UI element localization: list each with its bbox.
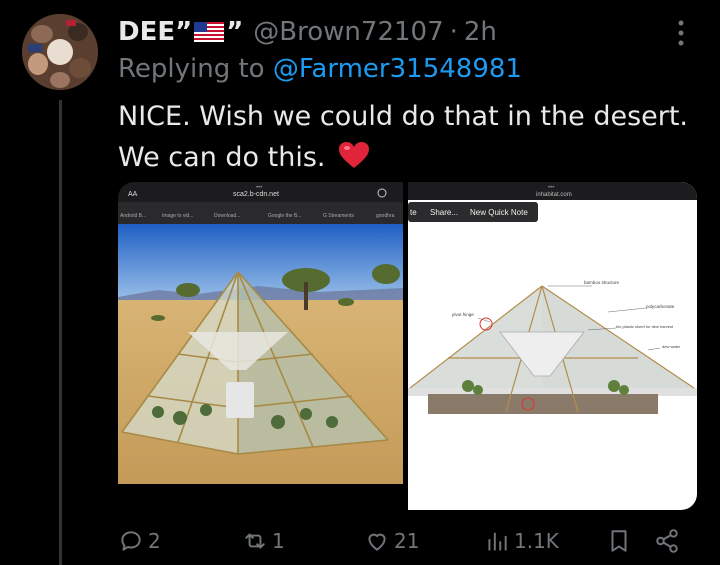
diagram-label-bamboo: bamboo structure (584, 280, 620, 285)
share-button[interactable] (654, 528, 680, 554)
thread-line (59, 100, 62, 565)
author-name[interactable]: DEE” (118, 17, 192, 47)
author-name-suffix: ” (226, 17, 244, 47)
share-icon (656, 529, 678, 553)
menu-item-quick-note: New Quick Note (470, 208, 528, 217)
replying-to-prefix: Replying to (118, 54, 265, 84)
flag-usa-icon (194, 22, 225, 42)
bookmark-3: Download... (214, 213, 240, 219)
bookmark-button[interactable] (606, 528, 632, 554)
bookmark-4: Google the B... (268, 213, 301, 219)
pyramid-photo: AA ••• sca2.b-cdn.net Android B... Image… (118, 182, 403, 484)
avatar-image (22, 14, 98, 90)
tweet-body: NICE. Wish we could do that in the deser… (118, 101, 689, 173)
tweet-text: NICE. Wish we could do that in the deser… (118, 96, 708, 178)
media-image-right[interactable]: ••• inhabitat.com te Share... New Quick … (408, 182, 697, 510)
tweet-header: DEE” ” @Brown72107 · 2h (118, 14, 497, 50)
views-count: 1.1K (514, 529, 559, 553)
reply-icon (121, 531, 141, 551)
timestamp[interactable]: 2h (464, 17, 497, 47)
reader-label: AA (128, 191, 138, 198)
browser-url-left: sca2.b-cdn.net (233, 191, 279, 198)
tweet-media[interactable]: AA ••• sca2.b-cdn.net Android B... Image… (118, 182, 697, 510)
bookmark-5: G Streaments (323, 213, 354, 219)
bookmark-6: goodhra (376, 213, 395, 219)
avatar[interactable] (22, 14, 98, 90)
diagram-label-polycarbonate: polycarbonate (646, 304, 675, 309)
tweet-actions: 2 1 21 1.1K (118, 528, 688, 558)
author-handle[interactable]: @Brown72107 (253, 17, 443, 47)
diagram-label-dew-water: dew water (662, 344, 681, 349)
views-icon (488, 532, 507, 551)
media-image-left[interactable]: AA ••• sca2.b-cdn.net Android B... Image… (118, 182, 403, 510)
bookmark-2: Image to vid... (162, 213, 193, 219)
reply-button[interactable]: 2 (118, 528, 161, 554)
diagram-label-bio-plastic: bio plastic sheet for dew harvest (616, 324, 674, 329)
like-count: 21 (394, 529, 420, 553)
separator-dot: · (449, 17, 458, 47)
more-icon[interactable] (674, 18, 688, 48)
menu-item-te: te (410, 208, 417, 217)
like-button[interactable]: 21 (364, 528, 419, 554)
heart-emoji-icon (339, 142, 370, 168)
menu-item-share: Share... (430, 208, 458, 217)
bookmark-1: Android B... (120, 213, 146, 219)
repost-button[interactable]: 1 (242, 528, 285, 554)
reply-count: 2 (148, 529, 161, 553)
status-dots-right: ••• (548, 185, 554, 191)
replying-to: Replying to @Farmer31548981 (118, 54, 522, 84)
like-icon (368, 533, 386, 551)
browser-url-right: inhabitat.com (536, 192, 572, 198)
pyramid-diagram: ••• inhabitat.com te Share... New Quick … (408, 182, 697, 510)
bookmark-icon (611, 530, 627, 552)
repost-icon (245, 533, 265, 549)
repost-count: 1 (272, 529, 285, 553)
replying-to-mention[interactable]: @Farmer31548981 (273, 54, 522, 84)
diagram-label-pivot: pivot hinge (452, 312, 474, 317)
views-button[interactable]: 1.1K (484, 528, 559, 554)
